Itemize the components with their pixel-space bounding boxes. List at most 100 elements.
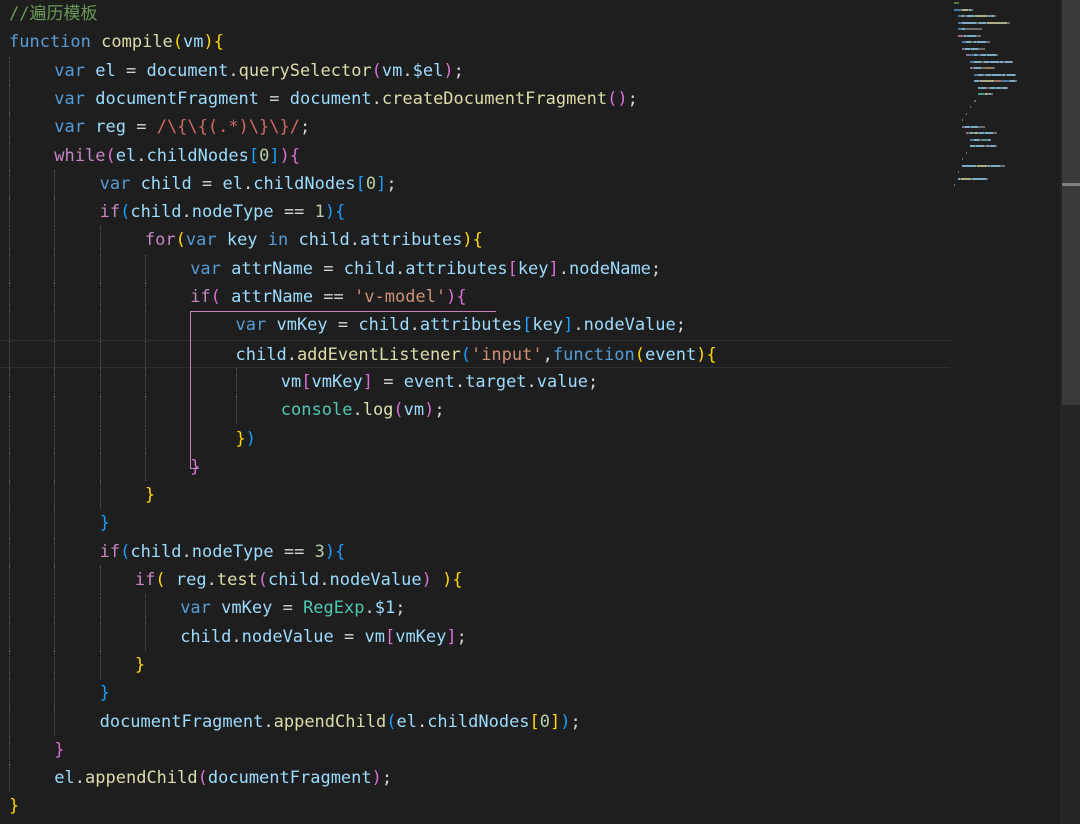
code-line[interactable]: var reg = /\{\{(.*)\}\}/; [0,113,950,142]
code-line[interactable]: }) [0,424,950,453]
code-line[interactable]: child.nodeValue = vm[vmKey]; [0,622,950,651]
minimap-token [966,112,967,115]
indent-guide [9,764,10,793]
code-line[interactable]: } [0,679,950,708]
code-line-text: function compile(vm){ [9,28,224,56]
code-editor[interactable]: //遍历模板 function compile(vm){var el = docu… [0,0,1080,824]
indent-guide [144,396,146,425]
minimap-token [984,47,985,50]
code-token: while [54,145,106,166]
indent-guide [9,735,10,765]
indent-guide [9,311,10,340]
code-line[interactable]: vm[vmKey] = event.target.value; [0,367,950,397]
code-token: compile [101,32,173,53]
code-token: childNodes [146,145,249,166]
indent-guide [54,622,56,651]
code-line[interactable]: documentFragment.appendChild(el.childNod… [0,707,950,736]
code-token: ) [696,344,707,365]
indent-guide [9,679,10,708]
code-line[interactable]: function compile(vm){ [0,28,950,56]
code-token: vm [364,626,385,647]
minimap[interactable] [950,0,1060,824]
code-line[interactable]: while(el.childNodes[0]){ [0,141,950,170]
code-line[interactable]: } [0,481,950,510]
code-token: reg [95,117,126,138]
code-token: ) [617,88,628,109]
code-token: . [364,598,375,619]
code-token: ) [421,570,432,590]
code-line[interactable]: el.appendChild(documentFragment); [0,764,950,793]
code-token: child [268,570,320,590]
indent-guide [144,424,146,453]
code-token: querySelector [238,60,372,81]
code-token: addEventListener [296,344,461,365]
indent-guide [9,537,10,566]
indent-guide [9,254,10,283]
indent-guide [9,169,10,199]
indent-guide [99,452,101,482]
code-token: ] [362,371,373,392]
code-line[interactable]: if( reg.test(child.nodeValue) ){ [0,566,950,595]
code-token: if [99,202,121,223]
indent-guide [144,283,146,312]
code-line[interactable]: } [0,509,950,538]
code-line[interactable]: for(var key in child.attributes){ [0,226,950,255]
code-line[interactable]: } [0,452,950,482]
code-line[interactable]: //遍历模板 [0,0,950,28]
code-token: nodeType [191,202,274,223]
code-line[interactable]: var vmKey = RegExp.$1; [0,594,950,623]
code-line[interactable]: } [0,735,950,765]
code-token: ( [175,230,186,251]
code-line-text: //遍历模板 [9,0,97,28]
code-token: = [327,315,359,336]
code-line[interactable]: var documentFragment = document.createDo… [0,84,950,114]
indent-guide [9,283,10,312]
code-line[interactable]: var child = el.childNodes[0]; [0,169,950,199]
code-line[interactable]: child.addEventListener('input',function(… [0,339,950,369]
indent-guide [9,84,10,114]
code-line[interactable]: var attrName = child.attributes[key].nod… [0,254,950,283]
code-line[interactable]: if( attrName == 'v-model'){ [0,283,950,312]
code-token: . [136,145,147,166]
code-line-text: documentFragment.appendChild(el.childNod… [100,708,581,736]
indent-guide [9,481,10,510]
code-area[interactable]: //遍历模板 function compile(vm){var el = docu… [0,0,950,824]
code-line[interactable]: console.log(vm); [0,396,950,425]
code-line[interactable]: } [0,792,950,820]
minimap-token [1002,80,1009,82]
scrollbar-thumb[interactable] [1062,0,1080,405]
code-token: child [343,258,395,279]
minimap-token [980,80,994,82]
code-token: { [213,32,225,53]
code-line[interactable]: if(child.nodeType == 1){ [0,198,950,227]
code-token: ( [120,202,131,223]
code-line-text: el.appendChild(documentFragment); [54,764,392,792]
minimap-token [987,21,1007,24]
code-line-text: if( reg.test(child.nodeValue) ){ [135,566,463,594]
code-line-text: }) [236,425,257,453]
indent-guide [99,566,101,595]
code-token: . [409,315,420,336]
indent-guide [9,452,10,482]
code-line[interactable]: if(child.nodeType == 3){ [0,537,950,566]
minimap-token [972,177,986,180]
code-token: . [558,258,570,279]
minimap-token [979,21,986,24]
indent-guide [144,367,146,397]
code-token: childNodes [253,173,356,194]
code-line[interactable]: } [0,650,950,680]
code-token: ( [607,88,618,109]
minimap-token [994,67,995,69]
code-token: childNodes [427,711,530,732]
indent-guide [144,254,146,283]
indent-guide [9,340,10,369]
minimap-token [954,184,955,186]
minimap-token [990,60,999,63]
code-line[interactable]: var el = document.querySelector(vm.$el); [0,56,950,85]
minimap-token [992,93,993,95]
code-line[interactable]: var vmKey = child.attributes[key].nodeVa… [0,311,950,340]
code-token: vmKey [276,315,328,336]
code-token: vm [183,32,204,53]
code-line-text: var el = document.querySelector(vm.$el); [54,57,464,85]
minimap-token [975,15,987,17]
